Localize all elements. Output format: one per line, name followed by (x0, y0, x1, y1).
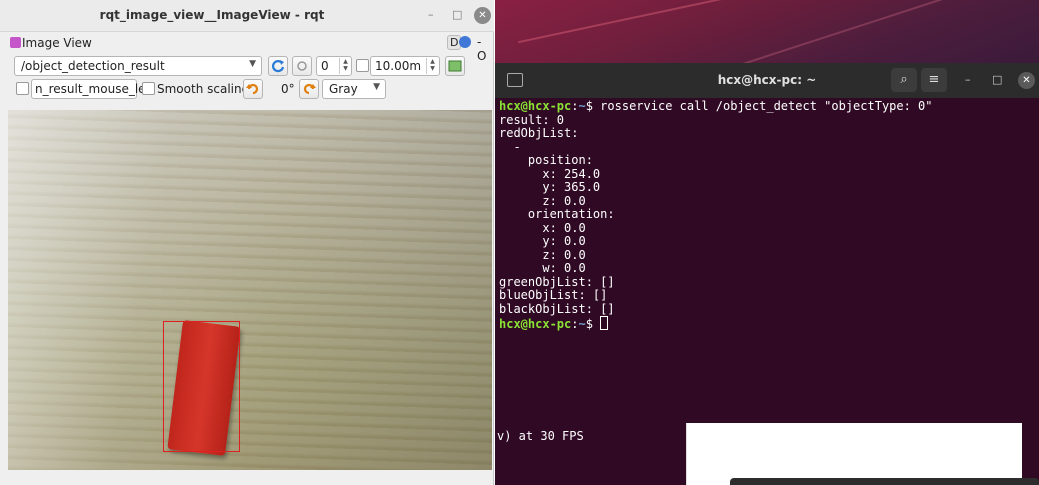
rotate-right-button[interactable] (299, 79, 319, 99)
camera-image-view[interactable] (8, 110, 492, 470)
image-view-dock-header: Image View D - O (0, 33, 494, 63)
topic-select-value: /object_detection_result (21, 59, 165, 73)
output-line: redObjList: (499, 126, 579, 140)
output-line: x: 0.0 (499, 220, 586, 235)
menu-icon[interactable]: ≡ (921, 68, 947, 92)
search-icon[interactable]: ⌕ (891, 68, 917, 92)
terminal-headerbar[interactable]: hcx@hcx-pc: ~ ⌕ ≡ – □ ✕ (495, 63, 1039, 98)
rotate-left-icon (246, 83, 259, 95)
rqt-window: rqt_image_view__ImageView - rqt – □ ✕ Im… (0, 0, 494, 485)
image-view-icon (10, 37, 21, 48)
terminal-title: hcx@hcx-pc: ~ (717, 73, 817, 87)
refresh-topics-button[interactable] (268, 56, 288, 76)
chevron-down-icon: ▼ (249, 59, 256, 69)
rotate-right-icon (303, 83, 316, 95)
chevron-down-icon: ▼ (373, 82, 380, 92)
spin-arrows-icon[interactable]: ▲ ▼ (426, 58, 438, 74)
depth-checkbox[interactable] (356, 59, 369, 72)
output-line: z: 0.0 (499, 247, 586, 262)
background-window[interactable] (686, 423, 1022, 485)
output-line: orientation: (499, 207, 615, 221)
command-line: hcx@hcx-pc:~$ rosservice call /object_de… (499, 99, 933, 113)
help-icon[interactable] (459, 36, 471, 48)
background-terminal-text: v) at 30 FPS (497, 429, 584, 443)
close-icon[interactable]: ✕ (1018, 72, 1035, 89)
output-line: z: 0.0 (499, 193, 586, 208)
maximize-icon[interactable]: □ (452, 8, 462, 21)
topic-select[interactable]: /object_detection_result ▼ (14, 56, 262, 76)
maximize-icon[interactable]: □ (992, 73, 1002, 86)
zoom-fit-button[interactable] (292, 56, 312, 76)
output-line: w: 0.0 (499, 261, 586, 275)
desktop-wallpaper (495, 0, 1039, 72)
colormap-value: Gray (329, 82, 358, 96)
close-icon[interactable]: ✕ (474, 7, 491, 24)
background-panel (730, 478, 1039, 485)
output-line: result: 0 (499, 112, 565, 127)
rqt-titlebar[interactable]: rqt_image_view__ImageView - rqt – □ ✕ (0, 0, 494, 32)
detection-bounding-box (163, 321, 240, 452)
output-line: - (499, 139, 521, 154)
rotation-label: 0° (281, 82, 295, 96)
command-text: rosservice call /object_detect "objectTy… (592, 99, 933, 113)
rotate-left-button[interactable] (243, 79, 263, 99)
mouse-topic-value: n_result_mouse_left (35, 82, 155, 96)
save-image-button[interactable] (445, 56, 465, 76)
image-save-icon (448, 60, 462, 72)
refresh-icon (271, 60, 285, 73)
prompt-line: hcx@hcx-pc:~$ (499, 316, 933, 332)
mouse-topic-input[interactable]: n_result_mouse_left (31, 79, 154, 99)
output-line: blackObjList: [] (499, 301, 615, 316)
output-line: blueObjList: [] (499, 288, 608, 302)
colormap-select[interactable]: Gray ▼ (322, 79, 386, 99)
text-cursor (600, 316, 609, 330)
mouse-publish-checkbox[interactable] (16, 82, 29, 95)
rqt-window-title: rqt_image_view__ImageView - rqt (99, 8, 325, 22)
image-view-dock-title: Image View (22, 36, 92, 50)
smooth-scaling-label: Smooth scaling (157, 82, 250, 96)
minimize-icon[interactable]: – (965, 73, 971, 86)
output-line: y: 365.0 (499, 180, 601, 194)
minimize-icon[interactable]: – (428, 8, 434, 21)
terminal-output[interactable]: hcx@hcx-pc:~$ rosservice call /object_de… (499, 99, 933, 332)
output-line: position: (499, 153, 593, 167)
max-depth-value: 10.00m (375, 59, 422, 73)
terminal-window[interactable]: hcx@hcx-pc: ~ ⌕ ≡ – □ ✕ hcx@hcx-pc:~$ ro… (495, 63, 1039, 425)
dock-options[interactable]: - O (477, 35, 494, 63)
frame-skip-spinbox[interactable]: 0 ▲ ▼ (316, 56, 352, 76)
zoom-icon (297, 61, 307, 71)
output-line: x: 254.0 (499, 166, 601, 181)
frame-skip-value: 0 (321, 59, 329, 73)
output-line: greenObjList: [] (499, 274, 615, 289)
smooth-scaling-checkbox[interactable] (142, 82, 155, 95)
max-depth-spinbox[interactable]: 10.00m ▲ ▼ (370, 56, 440, 76)
output-line: y: 0.0 (499, 234, 586, 248)
spin-arrows-icon[interactable]: ▲ ▼ (339, 58, 351, 74)
